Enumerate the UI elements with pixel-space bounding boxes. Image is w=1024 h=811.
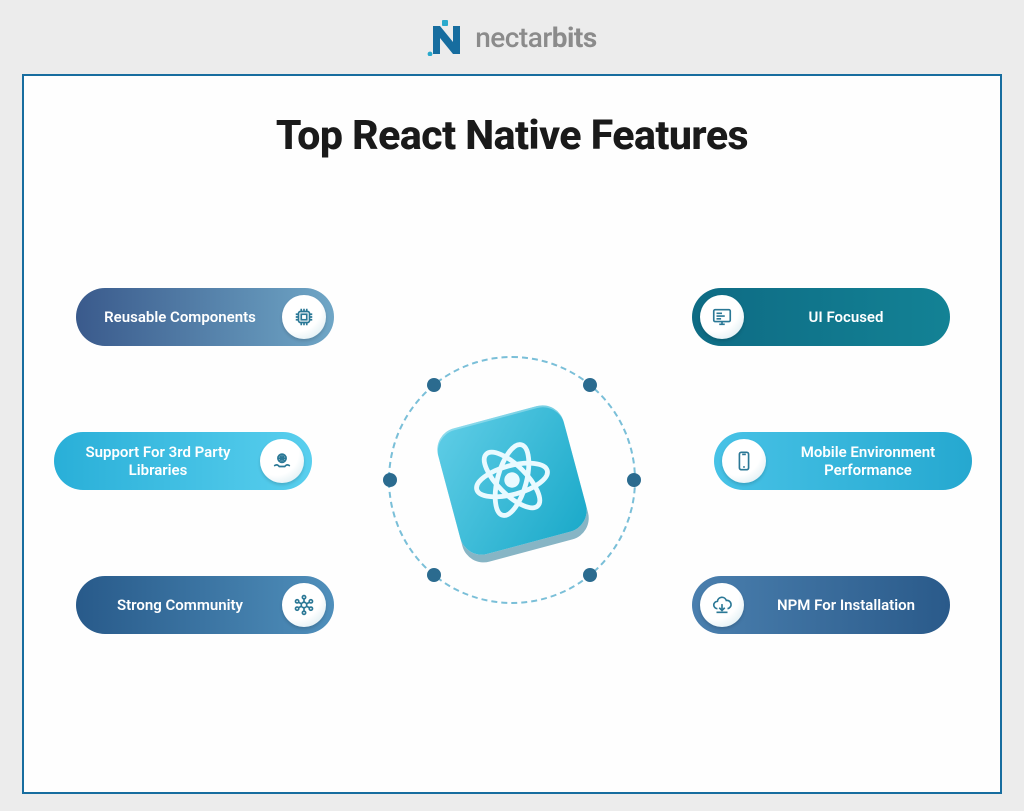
content-panel: Top React Native Features bbox=[22, 74, 1002, 794]
feature-label: UI Focused bbox=[752, 308, 950, 326]
feature-label: Mobile Environment Performance bbox=[774, 443, 972, 479]
feature-label: Reusable Components bbox=[76, 308, 274, 326]
react-atom-icon bbox=[453, 421, 571, 539]
page-title: Top React Native Features bbox=[24, 112, 1000, 160]
features-diagram: Reusable Components Support For 3rd Part… bbox=[24, 200, 1000, 760]
feature-reusable-components: Reusable Components bbox=[76, 288, 334, 346]
brand-logo-icon bbox=[427, 18, 465, 56]
brand-name: nectarbits bbox=[475, 21, 597, 54]
orbit-dot bbox=[627, 473, 641, 487]
orbit-dot bbox=[427, 378, 441, 392]
feature-label: NPM For Installation bbox=[752, 596, 950, 614]
brand-name-prefix: nectar bbox=[475, 21, 552, 54]
feature-label: Support For 3rd Party Libraries bbox=[54, 443, 252, 479]
feature-mobile-performance: Mobile Environment Performance bbox=[714, 432, 972, 490]
orbit-dot bbox=[583, 378, 597, 392]
brand-header: nectarbits bbox=[0, 0, 1024, 74]
chip-icon bbox=[282, 295, 326, 339]
feature-third-party-libraries: Support For 3rd Party Libraries bbox=[54, 432, 312, 490]
monitor-icon bbox=[700, 295, 744, 339]
feature-label: Strong Community bbox=[76, 596, 274, 614]
feature-strong-community: Strong Community bbox=[76, 576, 334, 634]
brand-name-suffix: bits bbox=[552, 21, 597, 54]
feature-ui-focused: UI Focused bbox=[692, 288, 950, 346]
orbit-dot bbox=[383, 473, 397, 487]
hands-globe-icon bbox=[260, 439, 304, 483]
orbit-dot bbox=[427, 568, 441, 582]
cloud-download-icon bbox=[700, 583, 744, 627]
orbit-dot bbox=[583, 568, 597, 582]
phone-icon bbox=[722, 439, 766, 483]
network-icon bbox=[282, 583, 326, 627]
feature-npm-installation: NPM For Installation bbox=[692, 576, 950, 634]
